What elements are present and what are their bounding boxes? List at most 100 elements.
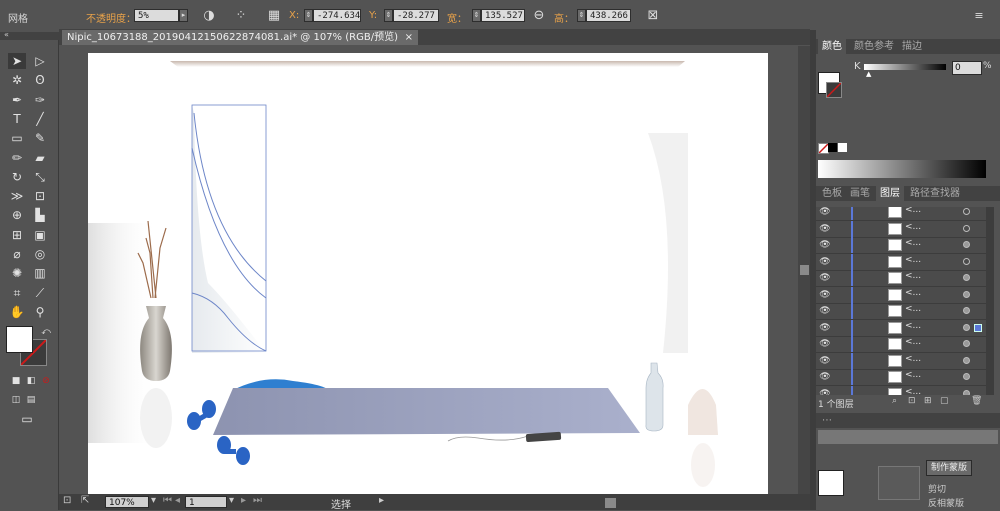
tab-stroke[interactable]: 描边 <box>898 39 926 54</box>
blend-mode-dropdown[interactable] <box>818 430 998 444</box>
visibility-eye-icon[interactable]: 👁 <box>819 355 831 367</box>
eraser-tool-icon[interactable]: ▰ <box>31 150 49 166</box>
target-icon[interactable] <box>963 323 970 331</box>
scale-tool-icon[interactable]: ⤡ <box>31 169 49 185</box>
control-menu-icon[interactable]: ≡ <box>970 7 988 25</box>
color-stroke-swatch[interactable] <box>826 82 842 98</box>
shape-builder-tool-icon[interactable]: ⊕ <box>8 207 26 223</box>
target-icon[interactable] <box>963 274 970 281</box>
visibility-eye-icon[interactable]: 👁 <box>819 305 831 317</box>
visibility-eye-icon[interactable]: 👁 <box>819 338 831 350</box>
k-slider-track[interactable] <box>864 64 946 70</box>
zoom-tool-icon[interactable]: ⚲ <box>31 304 49 320</box>
collapse-left-icon[interactable]: « <box>4 30 9 39</box>
layer-row[interactable]: 👁 <... <box>816 336 986 353</box>
paintbrush-tool-icon[interactable]: ✎ <box>31 130 49 146</box>
status-back-icon[interactable]: ⊡ <box>63 495 71 506</box>
layer-name[interactable]: <... <box>905 321 921 331</box>
tab-pathfinder[interactable]: 路径查找器 <box>906 186 964 201</box>
tab-brushes[interactable]: 画笔 <box>846 186 874 201</box>
k-value-input[interactable]: 0 <box>952 61 982 75</box>
layer-name[interactable]: <... <box>905 370 921 380</box>
target-icon[interactable] <box>963 340 970 347</box>
visibility-eye-icon[interactable]: 👁 <box>819 272 831 284</box>
slice-tool-icon[interactable]: ⟋ <box>31 285 49 301</box>
hand-tool-icon[interactable]: ✋ <box>8 304 26 320</box>
delete-layer-icon[interactable]: 🗑 <box>971 396 982 406</box>
layer-row[interactable]: 👁 <... <box>816 352 986 370</box>
opacity-dropdown-icon[interactable]: ▸ <box>179 9 188 22</box>
link-proportions-icon[interactable]: ⊖ <box>530 7 548 25</box>
status-menu-icon[interactable]: ▸ <box>379 495 384 506</box>
layer-name[interactable]: <... <box>905 288 921 298</box>
visibility-eye-icon[interactable]: 👁 <box>819 239 831 251</box>
width-tool-icon[interactable]: ≫ <box>8 188 26 204</box>
tab-color[interactable]: 颜色 <box>818 39 846 54</box>
clip-checkbox-label[interactable]: 剪切 <box>928 482 946 495</box>
column-graph-tool-icon[interactable]: ▥ <box>31 265 49 281</box>
target-icon[interactable] <box>963 389 970 395</box>
rectangle-tool-icon[interactable]: ▭ <box>8 130 26 146</box>
layer-name[interactable]: <... <box>905 207 921 215</box>
x-input[interactable]: -274.634 <box>313 9 361 22</box>
artboard[interactable] <box>88 53 768 494</box>
target-icon[interactable] <box>963 224 970 232</box>
layer-name[interactable]: <... <box>905 304 921 314</box>
layer-row[interactable]: 👁 <... <box>816 319 986 337</box>
visibility-eye-icon[interactable]: 👁 <box>819 289 831 301</box>
black-color-swatch[interactable] <box>828 143 837 152</box>
last-artboard-icon[interactable]: ⏭ <box>253 495 262 506</box>
new-sublayer-icon[interactable]: ⊞ <box>924 396 932 406</box>
target-icon[interactable] <box>963 257 970 265</box>
make-mask-button[interactable]: 制作蒙版 <box>926 460 973 476</box>
target-icon[interactable] <box>963 241 970 248</box>
layer-row[interactable]: 👁 <... <box>816 303 986 320</box>
invert-mask-checkbox-label[interactable]: 反相蒙版 <box>928 496 964 509</box>
layer-row[interactable]: 👁 <... <box>816 286 986 304</box>
white-color-swatch[interactable] <box>838 143 847 152</box>
k-slider-handle[interactable]: ▲ <box>866 70 871 78</box>
document-tab[interactable]: Nipic_10673188_20190412150622874081.ai* … <box>62 30 418 45</box>
layer-name[interactable]: <... <box>905 354 921 364</box>
visibility-eye-icon[interactable]: 👁 <box>819 388 831 396</box>
swap-fill-stroke-icon[interactable]: ⤺ <box>37 324 55 340</box>
target-icon[interactable] <box>963 373 970 380</box>
layers-scrollbar[interactable] <box>986 207 994 395</box>
target-icon[interactable] <box>963 356 970 364</box>
recolor-icon[interactable]: ◑ <box>200 7 218 25</box>
target-icon[interactable] <box>963 307 970 314</box>
artboard-number-field[interactable]: 1 <box>185 496 227 508</box>
canvas-area[interactable] <box>59 46 798 494</box>
color-spectrum-ramp[interactable] <box>818 160 986 178</box>
visibility-eye-icon[interactable]: 👁 <box>819 207 831 218</box>
y-input[interactable]: -28.277 <box>393 9 439 22</box>
layer-name[interactable]: <... <box>905 337 921 347</box>
transform-options-icon[interactable]: ⊠ <box>644 7 662 25</box>
next-artboard-icon[interactable]: ▸ <box>241 495 246 506</box>
layer-row[interactable]: 👁 <... <box>816 207 986 221</box>
selected-object-indicator[interactable] <box>974 323 982 332</box>
blend-tool-icon[interactable]: ◎ <box>31 246 49 262</box>
layer-row[interactable]: 👁 <... <box>816 385 986 396</box>
free-transform-tool-icon[interactable]: ⊡ <box>31 188 49 204</box>
rotate-tool-icon[interactable]: ↻ <box>8 169 26 185</box>
height-stepper[interactable]: ⇕ <box>577 9 586 22</box>
layers-list[interactable]: 👁 <... 👁 <... 👁 <... 👁 <... 👁 <... 👁 <... 👁 <... 👁 <...… <box>816 207 986 395</box>
pencil-tool-icon[interactable]: ✏ <box>8 150 26 166</box>
height-input[interactable]: 438.266 <box>586 9 631 22</box>
visibility-eye-icon[interactable]: 👁 <box>819 223 831 235</box>
first-artboard-icon[interactable]: ⏮ <box>163 495 172 506</box>
layer-name[interactable]: <... <box>905 255 921 265</box>
type-tool-icon[interactable]: T <box>8 111 26 127</box>
opacity-input[interactable]: 5% <box>134 9 179 22</box>
align-grid-icon[interactable]: ▦ <box>265 7 283 25</box>
fill-swatch[interactable] <box>6 326 33 353</box>
mesh-tool-icon[interactable]: ⊞ <box>8 227 26 243</box>
width-input[interactable]: 135.527 <box>481 9 525 22</box>
symbol-sprayer-tool-icon[interactable]: ✺ <box>8 265 26 281</box>
zoom-level-field[interactable]: 107% <box>105 496 149 508</box>
line-tool-icon[interactable]: ╱ <box>31 111 49 127</box>
new-layer-icon[interactable]: ▢ <box>940 396 949 406</box>
layer-name[interactable]: <... <box>905 271 921 281</box>
visibility-eye-icon[interactable]: 👁 <box>819 322 831 334</box>
